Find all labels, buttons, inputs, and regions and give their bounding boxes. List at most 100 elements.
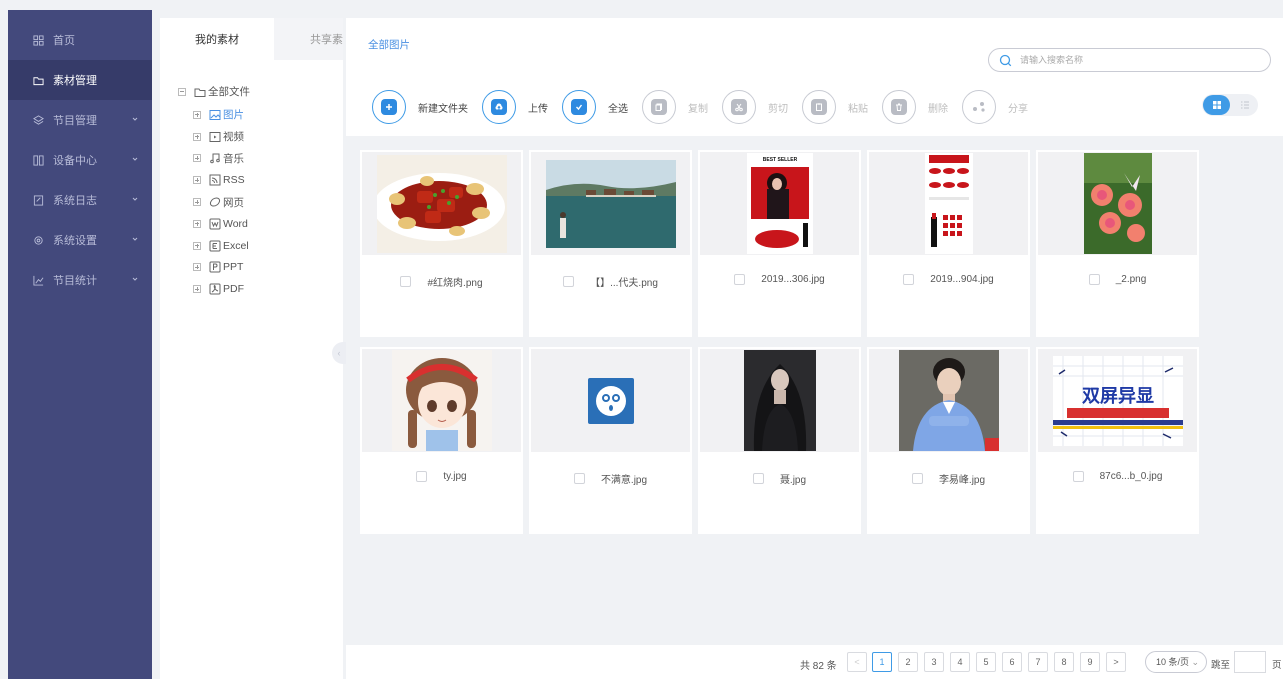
- select-all-icon: [576, 104, 583, 111]
- tree-item-label: Excel: [223, 239, 249, 252]
- expand-toggle[interactable]: [193, 219, 201, 228]
- file-card[interactable]: _2.png: [1036, 150, 1199, 337]
- search-box[interactable]: [988, 48, 1271, 72]
- tree-item-rss[interactable]: RSS: [193, 169, 249, 191]
- sidebar-item-stats[interactable]: 节目统计: [8, 260, 152, 300]
- tab-shared-materials[interactable]: 共享素材: [274, 18, 343, 60]
- page-button[interactable]: 5: [976, 652, 996, 672]
- next-page-button[interactable]: >: [1106, 652, 1126, 672]
- sidebar-item-programs[interactable]: 节目管理: [8, 100, 152, 140]
- collapse-toggle[interactable]: [178, 87, 186, 96]
- tree-item-word[interactable]: Word: [193, 213, 249, 235]
- sidebar-item-devices[interactable]: 设备中心: [8, 140, 152, 180]
- view-mode-toggle[interactable]: [1202, 94, 1258, 116]
- file-card[interactable]: 不满意.jpg: [529, 347, 692, 534]
- file-caption: ty.jpg: [360, 471, 523, 482]
- tool-label: 全选: [608, 103, 628, 115]
- total-count: 共 82 条: [800, 661, 837, 672]
- file-checkbox[interactable]: [911, 473, 923, 484]
- expand-toggle[interactable]: [193, 176, 201, 185]
- file-card[interactable]: #红烧肉.png: [360, 150, 523, 337]
- tree-item-ppt[interactable]: PPT: [193, 257, 249, 279]
- sidebar-item-label: 系统设置: [53, 235, 97, 247]
- file-checkbox[interactable]: [734, 274, 746, 285]
- file-checkbox[interactable]: [903, 274, 915, 285]
- excel-icon: [209, 240, 221, 252]
- expand-toggle[interactable]: [193, 285, 201, 294]
- expand-toggle[interactable]: [193, 154, 201, 163]
- file-card[interactable]: 【】...代夫.png: [529, 150, 692, 337]
- tool-label: 上传: [528, 103, 548, 115]
- page-button[interactable]: 4: [950, 652, 970, 672]
- file-name: 2019...306.jpg: [761, 274, 825, 285]
- tree-item-music[interactable]: 音乐: [193, 148, 249, 170]
- tree-root-node[interactable]: 全部文件: [178, 84, 250, 99]
- search-input[interactable]: [1020, 55, 1250, 65]
- list-view-button[interactable]: [1231, 95, 1258, 115]
- file-checkbox[interactable]: [1072, 471, 1084, 482]
- new-folder-button[interactable]: 新建文件夹: [372, 90, 468, 124]
- expand-toggle[interactable]: [193, 110, 201, 119]
- sidebar-item-logs[interactable]: 系统日志: [8, 180, 152, 220]
- file-card[interactable]: 双屏异显 87c6...b_0.jpg: [1036, 347, 1199, 534]
- file-card[interactable]: ty.jpg: [360, 347, 523, 534]
- expand-toggle[interactable]: [193, 132, 201, 141]
- sidebar-item-label: 首页: [53, 35, 75, 47]
- page-button[interactable]: 9: [1080, 652, 1100, 672]
- sidebar-item-home[interactable]: 首页: [8, 20, 152, 60]
- tool-label: 新建文件夹: [418, 103, 468, 115]
- file-caption: 2019...904.jpg: [867, 274, 1030, 285]
- video-icon: [209, 131, 221, 143]
- select-all-button[interactable]: 全选: [562, 90, 628, 124]
- file-checkbox[interactable]: [563, 276, 575, 287]
- thumbnail: 双屏异显: [1038, 349, 1197, 452]
- expand-toggle[interactable]: [193, 198, 201, 207]
- expand-toggle[interactable]: [193, 263, 201, 272]
- tree-item-web[interactable]: 网页: [193, 191, 249, 213]
- expand-toggle[interactable]: [193, 241, 201, 250]
- file-checkbox[interactable]: [1088, 274, 1100, 285]
- goto-page-input[interactable]: [1234, 651, 1266, 673]
- delete-button[interactable]: 删除: [882, 90, 948, 124]
- tree-item-pdf[interactable]: PDF: [193, 278, 249, 300]
- settings-icon: [32, 234, 44, 246]
- tree-item-label: PDF: [223, 283, 244, 296]
- sidebar-item-settings[interactable]: 系统设置: [8, 220, 152, 260]
- page-button[interactable]: 1: [872, 652, 892, 672]
- file-card[interactable]: BEST SELLER 2019...306.jpg: [698, 150, 861, 337]
- cut-button[interactable]: 剪切: [722, 90, 788, 124]
- file-card[interactable]: 李易峰.jpg: [867, 347, 1030, 534]
- tab-my-materials[interactable]: 我的素材: [160, 18, 274, 60]
- flowers-image: [1083, 153, 1152, 254]
- page-button[interactable]: 3: [924, 652, 944, 672]
- file-name: ty.jpg: [443, 471, 467, 482]
- page-button[interactable]: 2: [898, 652, 918, 672]
- file-checkbox[interactable]: [752, 473, 764, 484]
- file-card[interactable]: 2019...904.jpg: [867, 150, 1030, 337]
- sidebar-item-materials[interactable]: 素材管理: [8, 60, 152, 100]
- upload-button[interactable]: 上传: [482, 90, 548, 124]
- page-button[interactable]: 7: [1028, 652, 1048, 672]
- file-checkbox[interactable]: [416, 471, 428, 482]
- file-checkbox[interactable]: [573, 473, 585, 484]
- thumbnail: [700, 349, 859, 452]
- page-size-select[interactable]: 10 条/页 ⌄: [1145, 651, 1207, 673]
- prev-page-button[interactable]: <: [847, 652, 867, 672]
- file-card[interactable]: 聂.jpg: [698, 347, 861, 534]
- share-button[interactable]: 分享: [962, 90, 1028, 124]
- grid-view-button[interactable]: [1203, 95, 1230, 115]
- tree-item-excel[interactable]: Excel: [193, 235, 249, 257]
- tree-item-videos[interactable]: 视频: [193, 126, 249, 148]
- page-button[interactable]: 6: [1002, 652, 1022, 672]
- tree-item-images[interactable]: 图片: [193, 104, 249, 126]
- folder-icon: [194, 86, 206, 98]
- web-icon: [209, 196, 221, 208]
- copy-button[interactable]: 复制: [642, 90, 708, 124]
- paste-button[interactable]: 粘贴: [802, 90, 868, 124]
- page-button[interactable]: 8: [1054, 652, 1074, 672]
- file-name: 不满意.jpg: [600, 475, 648, 486]
- tree-item-label: PPT: [223, 261, 244, 274]
- file-name: 【】...代夫.png: [590, 278, 658, 289]
- file-checkbox[interactable]: [400, 276, 412, 287]
- breadcrumb[interactable]: 全部图片: [368, 37, 410, 52]
